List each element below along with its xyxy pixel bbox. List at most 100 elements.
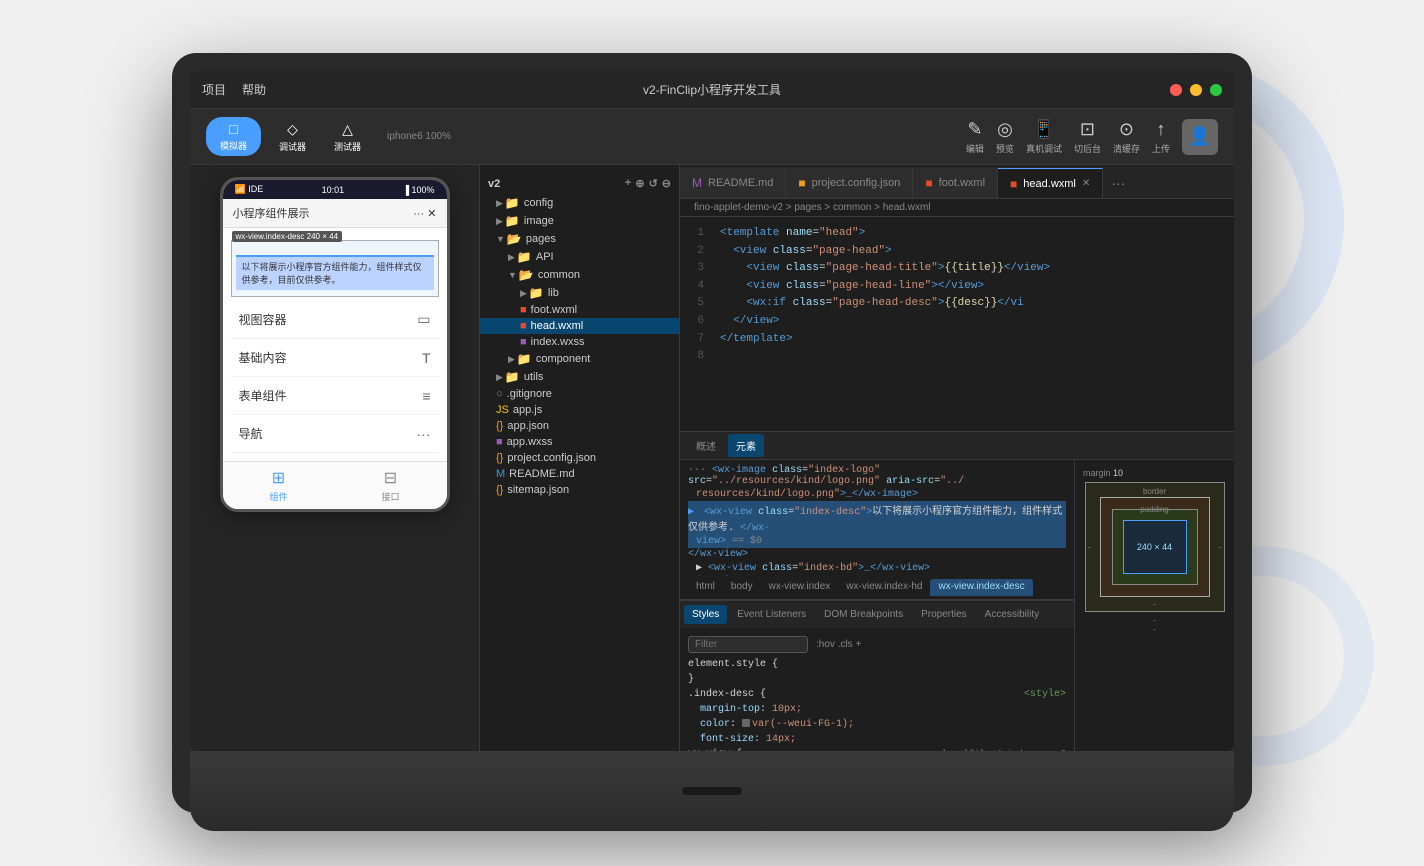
tab-foot-wxml[interactable]: ■ foot.wxml [913, 168, 998, 198]
dom-line-3[interactable]: ▶ <wx-view class="index-desc">以下将展示小程序官方… [688, 501, 1066, 535]
edit-action[interactable]: ✎ 编辑 [966, 119, 984, 155]
tree-folder-lib[interactable]: ▶ 📁 lib [480, 284, 679, 302]
tab-more-icon[interactable]: ··· [1103, 168, 1133, 198]
style-tab-accessibility[interactable]: Accessibility [977, 605, 1047, 624]
tree-folder-config[interactable]: ▶ 📁 config [480, 194, 679, 212]
upload-action[interactable]: ↑ 上传 [1152, 119, 1170, 155]
tree-folder-image[interactable]: ▶ 📁 image [480, 212, 679, 230]
code-line-6: </view> [720, 313, 1226, 331]
simulator-label: 模拟器 [220, 139, 247, 152]
avatar-button[interactable]: 👤 [1182, 119, 1218, 155]
filter-input[interactable] [688, 636, 808, 653]
tester-button[interactable]: △ 测试器 [324, 117, 371, 157]
menu-item-basic[interactable]: 基础内容 T [231, 339, 439, 377]
minimize-button[interactable] [1190, 84, 1202, 96]
new-folder-icon[interactable]: ⊕ [635, 177, 644, 190]
laptop-screen: 项目 帮助 v2-FinClip小程序开发工具 □ 模拟器 ◇ 调试器 [190, 71, 1234, 751]
style-tab-events[interactable]: Event Listeners [729, 605, 814, 624]
titlebar-title: v2-FinClip小程序开发工具 [643, 81, 781, 98]
filetree-panel: v2 + ⊕ ↺ ⊖ ▶ 📁 config ▶ 📁 [480, 165, 680, 751]
box-model-label: margin 10 [1083, 468, 1123, 478]
nav-interface[interactable]: ⊟ 接口 [335, 462, 447, 509]
devtools-right: margin 10 - - - - border [1074, 460, 1234, 751]
clear-cache-action[interactable]: ⊙ 清缓存 [1113, 119, 1140, 155]
menu-item-project[interactable]: 项目 [202, 81, 226, 98]
preview-action[interactable]: ◎ 预览 [996, 119, 1014, 155]
tree-file-foot-wxml[interactable]: ■ foot.wxml [480, 302, 679, 318]
tree-file-head-wxml[interactable]: ■ head.wxml [480, 318, 679, 334]
tree-file-index-wxss[interactable]: ■ index.wxss [480, 334, 679, 350]
tree-folder-common[interactable]: ▼ 📂 common [480, 266, 679, 284]
elem-tab-wx-view-index[interactable]: wx-view.index [761, 579, 839, 596]
style-tab-properties[interactable]: Properties [913, 605, 975, 624]
phone-content: wx-view.index-desc 240 × 44 以下将展示小程序官方组件… [223, 228, 447, 461]
nav-component[interactable]: ⊞ 组件 [223, 462, 335, 509]
menu-icon-nav: ··· [417, 426, 431, 442]
titlebar-menu: 项目 帮助 [202, 81, 266, 98]
debugger-label: 调试器 [279, 140, 306, 153]
tree-file-gitignore[interactable]: ○ .gitignore [480, 386, 679, 402]
tree-file-app-js[interactable]: JS app.js [480, 402, 679, 418]
simulator-button[interactable]: □ 模拟器 [206, 117, 261, 156]
tab-readme[interactable]: M README.md [680, 168, 786, 198]
dom-line-1: ··· <wx-image class="index-logo" src="..… [688, 464, 1066, 488]
style-rule-element: element.style { [688, 659, 1066, 670]
phone-title-actions[interactable]: ··· ✕ [413, 207, 436, 220]
phone-title-bar: 小程序组件展示 ··· ✕ [223, 199, 447, 228]
menu-item-form[interactable]: 表单组件 ≡ [231, 377, 439, 415]
elem-tab-wx-view-desc[interactable]: wx-view.index-desc [930, 579, 1032, 596]
app-title: 小程序组件展示 [233, 205, 310, 221]
style-tab-styles[interactable]: Styles [684, 605, 727, 624]
box-padding-area: padding 240 × 44 [1112, 509, 1198, 585]
refresh-icon[interactable]: ↺ [649, 177, 658, 190]
tree-file-app-wxss[interactable]: ■ app.wxss [480, 434, 679, 450]
tester-label: 测试器 [334, 140, 361, 153]
code-editor[interactable]: 1 2 3 4 5 6 7 8 <template name="head"> <… [680, 217, 1234, 431]
component-tag: wx-view.index-desc 240 × 44 [232, 231, 343, 242]
styles-area[interactable]: :hov .cls + element.style { } .index-des… [680, 628, 1074, 752]
tree-folder-api[interactable]: ▶ 📁 API [480, 248, 679, 266]
debugger-button[interactable]: ◇ 调试器 [269, 117, 316, 157]
project-config-tab-icon: ■ [798, 176, 805, 190]
devtools-tabs: 概述 元素 [680, 432, 1234, 460]
phone-frame: 📶 IDE 10:01 ▐ 100% 小程序组件展示 ··· ✕ [220, 177, 450, 512]
readme-tab-label: README.md [708, 177, 773, 189]
tree-file-sitemap[interactable]: {} sitemap.json [480, 482, 679, 498]
component-desc: 以下将展示小程序官方组件能力，组件样式仅供参考，目前仅供参考。 [236, 255, 434, 290]
tree-file-readme[interactable]: M README.md [480, 466, 679, 482]
devtools-content: ··· <wx-image class="index-logo" src="..… [680, 460, 1234, 751]
style-rule-index-desc: .index-desc { <style> [688, 689, 1066, 700]
tab-head-wxml[interactable]: ■ head.wxml ✕ [998, 168, 1103, 198]
devtools-tab-elements[interactable]: 元素 [728, 434, 764, 457]
devtools-panel: 概述 元素 ··· <wx-image class="index-logo" s… [680, 431, 1234, 751]
maximize-button[interactable] [1210, 84, 1222, 96]
code-content[interactable]: <template name="head"> <view class="page… [712, 217, 1234, 431]
elem-tab-html[interactable]: html [688, 579, 723, 596]
tree-file-project-config[interactable]: {} project.config.json [480, 450, 679, 466]
tree-folder-component[interactable]: ▶ 📁 component [480, 350, 679, 368]
html-source[interactable]: ··· <wx-image class="index-logo" src="..… [680, 460, 1074, 576]
style-tab-dom-breakpoints[interactable]: DOM Breakpoints [816, 605, 911, 624]
background-action[interactable]: ⊡ 切后台 [1074, 119, 1101, 155]
close-button[interactable] [1170, 84, 1182, 96]
elem-tab-body[interactable]: body [723, 579, 761, 596]
interface-nav-icon: ⊟ [384, 468, 397, 488]
elem-tab-wx-view-hd[interactable]: wx-view.index-hd [838, 579, 930, 596]
dom-line-6: ▶ <wx-view class="index-bd">_</wx-view> [688, 561, 1066, 575]
toolbar-right: ✎ 编辑 ◎ 预览 📱 真机调试 ⊡ 切后台 ⊙ 清缓存 [966, 119, 1218, 155]
tree-file-app-json[interactable]: {} app.json [480, 418, 679, 434]
code-line-4: <view class="page-head-line"></view> [720, 278, 1226, 296]
laptop-base [190, 751, 1234, 831]
tree-folder-pages[interactable]: ▼ 📂 pages [480, 230, 679, 248]
new-file-icon[interactable]: + [625, 177, 631, 190]
tree-folder-utils[interactable]: ▶ 📁 utils [480, 368, 679, 386]
tab-project-config[interactable]: ■ project.config.json [786, 168, 913, 198]
real-device-action[interactable]: 📱 真机调试 [1026, 119, 1062, 155]
menu-item-help[interactable]: 帮助 [242, 81, 266, 98]
collapse-icon[interactable]: ⊖ [662, 177, 671, 190]
menu-item-view[interactable]: 视图容器 ▭ [231, 301, 439, 339]
tab-close-icon[interactable]: ✕ [1082, 178, 1090, 189]
breadcrumb: fino-applet-demo-v2 > pages > common > h… [680, 199, 1234, 217]
devtools-tab-overview[interactable]: 概述 [688, 434, 724, 457]
menu-item-nav[interactable]: 导航 ··· [231, 415, 439, 453]
